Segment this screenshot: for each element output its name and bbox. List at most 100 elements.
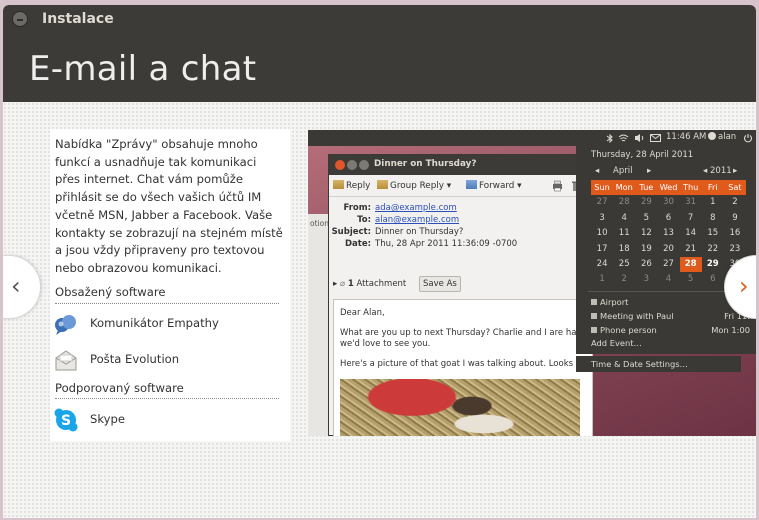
calendar-day[interactable]: 26 [635, 257, 657, 272]
calendar-week-row: 3456789 [591, 211, 746, 226]
event-item[interactable]: Meeting with Paul [591, 311, 674, 321]
app-row-skype: S Skype [53, 407, 283, 435]
calendar-day[interactable]: 22 [702, 242, 724, 257]
weekday: Tue [639, 182, 654, 192]
event-item[interactable]: Airport [591, 297, 628, 307]
calendar-day[interactable]: 6 [657, 211, 679, 226]
page-header: E-mail a chat [3, 33, 756, 102]
calendar-day[interactable]: 5 [680, 272, 702, 287]
weekday: Wed [659, 182, 678, 192]
forward-icon [466, 180, 477, 189]
calendar-date-heading: Thursday, 28 April 2011 [591, 150, 694, 160]
reply-icon [333, 180, 344, 189]
calendar-day[interactable]: 9 [724, 211, 746, 226]
attachment-bar: ▸ ⌀ 1 Attachment [333, 279, 406, 289]
calendar-day[interactable]: 7 [680, 211, 702, 226]
user-indicator: alan [708, 132, 736, 142]
calendar-day[interactable]: 17 [591, 242, 613, 257]
window-title: Instalace [42, 11, 114, 27]
next-month-button[interactable]: ▸ [647, 166, 651, 176]
calendar-day[interactable]: 28 [679, 256, 702, 273]
calendar-day[interactable]: 10 [591, 226, 613, 241]
calendar-day[interactable]: 11 [613, 226, 635, 241]
calendar-day[interactable]: 28 [613, 195, 635, 210]
calendar-day[interactable]: 19 [635, 242, 657, 257]
calendar-day[interactable]: 3 [591, 211, 613, 226]
app-label: Komunikátor Empathy [90, 316, 219, 330]
expand-attachments-icon[interactable]: ▸ [333, 279, 337, 289]
goat-photo [340, 379, 580, 436]
calendar-day[interactable]: 8 [702, 211, 724, 226]
body-line: What are you up to next Thursday? Charli… [340, 328, 593, 338]
calendar-day[interactable]: 5 [635, 211, 657, 226]
prev-year-button[interactable]: ◂ [703, 166, 707, 176]
calendar-day[interactable]: 4 [613, 211, 635, 226]
to-address-link[interactable]: alan@example.com [375, 215, 459, 225]
divider [55, 398, 279, 399]
reply-button[interactable]: Reply [333, 180, 370, 191]
calendar-day[interactable]: 1 [591, 272, 613, 287]
calendar-day[interactable]: 2 [724, 195, 746, 210]
calendar-day[interactable]: 25 [613, 257, 635, 272]
wifi-icon [618, 134, 629, 142]
calendar-day[interactable]: 30 [657, 195, 679, 210]
from-address-link[interactable]: ada@example.com [375, 203, 457, 213]
description-panel: Nabídka "Zprávy" obsahuje mnoho funkcí a… [50, 129, 290, 441]
calendar-day[interactable]: 13 [657, 226, 679, 241]
email-minimize-button[interactable] [347, 160, 357, 170]
email-message-window: Dinner on Thursday? Reply Group Reply ▾ … [328, 154, 593, 436]
calendar-day[interactable]: 1 [702, 195, 724, 210]
time-date-settings-item[interactable]: Time & Date Settings… [576, 356, 741, 372]
body-line: we'd love to see you. [340, 339, 431, 349]
calendar-day[interactable]: 27 [657, 257, 679, 272]
next-year-button[interactable]: ▸ [733, 166, 737, 176]
calendar-day[interactable]: 2 [613, 272, 635, 287]
divider [55, 303, 279, 304]
email-maximize-button[interactable] [359, 160, 369, 170]
empathy-icon [55, 315, 76, 335]
background-window-label: otion [310, 219, 329, 228]
from-row: From: ada@example.com [329, 203, 589, 214]
to-label: To: [357, 215, 371, 225]
calendar-day[interactable]: 14 [680, 226, 702, 241]
calendar-day[interactable]: 29 [702, 257, 724, 272]
email-title-bar: Dinner on Thursday? [329, 155, 592, 175]
add-event-item[interactable]: Add Event… [591, 338, 642, 348]
calendar-day[interactable]: 4 [657, 272, 679, 287]
calendar-day[interactable]: 12 [635, 226, 657, 241]
calendar-day[interactable]: 16 [724, 226, 746, 241]
email-body: Dear Alan, What are you up to next Thurs… [333, 299, 593, 436]
app-label: Skype [90, 412, 126, 426]
event-time: Mon 1:00 [711, 325, 750, 335]
title-bar: Instalace [3, 5, 756, 33]
email-window-title: Dinner on Thursday? [374, 159, 477, 169]
calendar-week-row: 17 18 19 20 21 22 23 [591, 242, 746, 257]
close-window-button[interactable] [12, 11, 28, 27]
calendar-day[interactable]: 27 [591, 195, 613, 210]
calendar-day[interactable]: 21 [680, 242, 702, 257]
calendar-day[interactable]: 18 [613, 242, 635, 257]
attachment-label: Attachment [356, 279, 407, 289]
calendar-day[interactable]: 20 [657, 242, 679, 257]
save-as-button[interactable]: Save As [419, 276, 461, 292]
chevron-right-icon: › [739, 272, 749, 300]
subject-value: Dinner on Thursday? [375, 227, 464, 237]
paperclip-icon: ⌀ [339, 279, 346, 289]
weekday: Thu [682, 182, 699, 192]
forward-button[interactable]: Forward ▾ [466, 180, 522, 191]
calendar-weeks: 27 28 29 30 31 1 2 3 4 5 6 7 8 9 10 11 12 13 14 15 16 17 18 19 2… [591, 195, 746, 287]
calendar-day[interactable]: 29 [635, 195, 657, 210]
print-icon[interactable] [551, 180, 564, 192]
calendar-day[interactable]: 3 [635, 272, 657, 287]
chevron-left-icon: ‹ [11, 272, 21, 300]
calendar-day[interactable]: 31 [680, 195, 702, 210]
email-close-button[interactable] [335, 160, 345, 170]
calendar-day[interactable]: 6 [702, 272, 724, 287]
calendar-day[interactable]: 15 [702, 226, 724, 241]
prev-month-button[interactable]: ◂ [595, 166, 599, 176]
calendar-day[interactable]: 24 [591, 257, 613, 272]
event-item[interactable]: Phone person [591, 325, 657, 335]
installer-window: Instalace E-mail a chat Nabídka "Zprávy"… [3, 5, 756, 518]
calendar-day[interactable]: 23 [724, 242, 746, 257]
group-reply-button[interactable]: Group Reply ▾ [377, 180, 451, 191]
